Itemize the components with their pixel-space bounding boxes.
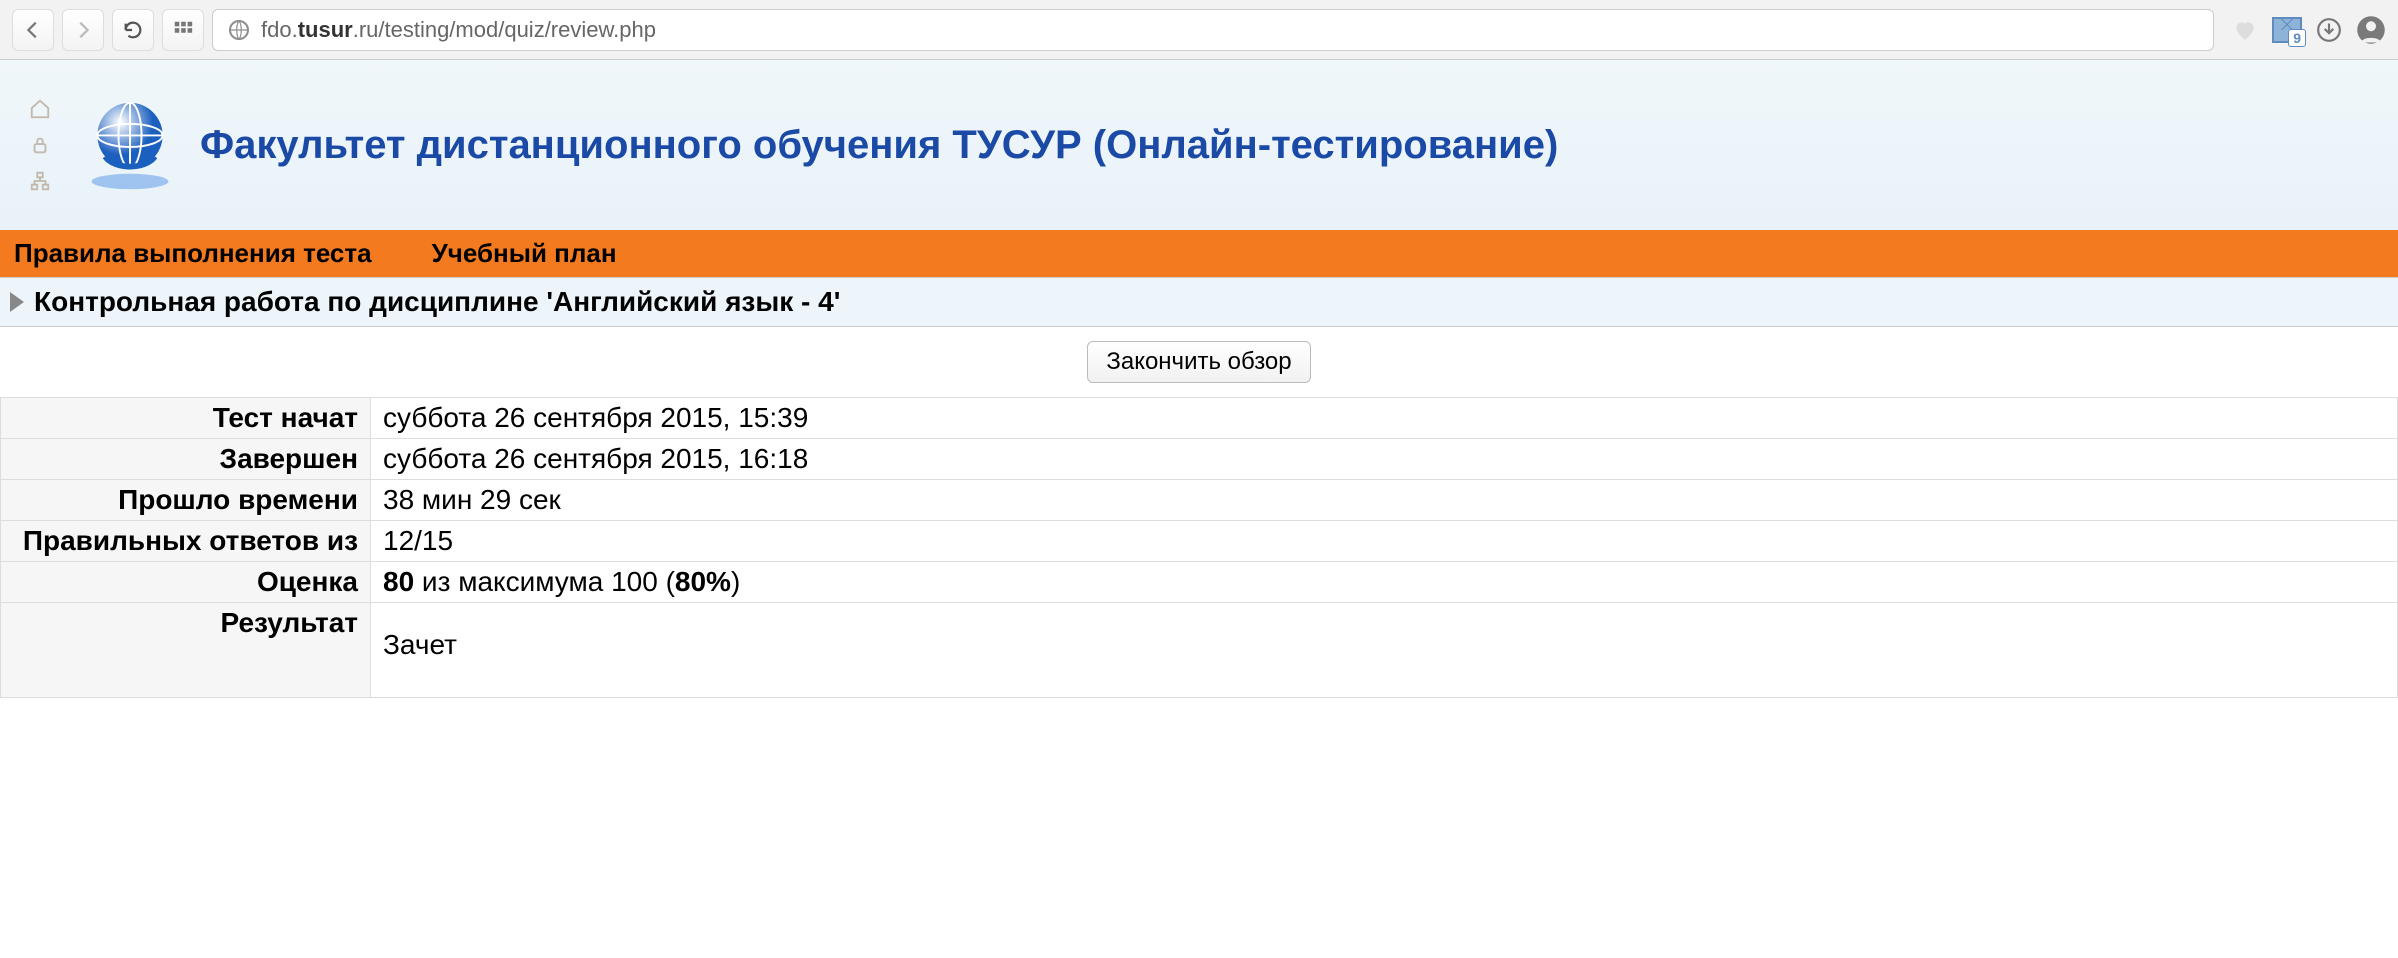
label-grade: Оценка	[1, 562, 371, 603]
main-nav: Правила выполнения теста Учебный план	[0, 230, 2398, 277]
back-button[interactable]	[12, 9, 54, 51]
url-text: fdo.tusur.ru/testing/mod/quiz/review.php	[261, 17, 656, 43]
reload-icon	[122, 19, 144, 41]
label-correct: Правильных ответов из	[1, 521, 371, 562]
download-button[interactable]	[2314, 15, 2344, 45]
home-icon[interactable]	[29, 98, 51, 120]
sitemap-icon[interactable]	[29, 170, 51, 192]
apps-button[interactable]	[162, 9, 204, 51]
nav-rules[interactable]: Правила выполнения теста	[14, 238, 372, 269]
profile-button[interactable]	[2356, 15, 2386, 45]
value-time: 38 мин 29 сек	[371, 480, 2398, 521]
browser-toolbar: fdo.tusur.ru/testing/mod/quiz/review.php…	[0, 0, 2398, 60]
reload-button[interactable]	[112, 9, 154, 51]
value-correct: 12/15	[371, 521, 2398, 562]
triangle-right-icon	[10, 292, 24, 312]
address-bar[interactable]: fdo.tusur.ru/testing/mod/quiz/review.php	[212, 9, 2214, 51]
finish-wrap: Закончить обзор	[0, 327, 2398, 397]
mail-badge: 9	[2288, 29, 2306, 47]
chevron-left-icon	[22, 19, 44, 41]
row-time: Прошло времени 38 мин 29 сек	[1, 480, 2398, 521]
label-started: Тест начат	[1, 398, 371, 439]
summary-table: Тест начат суббота 26 сентября 2015, 15:…	[0, 397, 2398, 698]
lock-icon[interactable]	[29, 134, 51, 156]
globe-icon	[227, 18, 251, 42]
finish-review-button[interactable]: Закончить обзор	[1087, 341, 1310, 383]
site-logo	[80, 95, 180, 195]
row-started: Тест начат суббота 26 сентября 2015, 15:…	[1, 398, 2398, 439]
value-grade: 80 из максимума 100 (80%)	[371, 562, 2398, 603]
nav-plan[interactable]: Учебный план	[432, 238, 617, 269]
chevron-right-icon	[72, 19, 94, 41]
row-result: Результат Зачет	[1, 603, 2398, 698]
site-title: Факультет дистанционного обучения ТУСУР …	[200, 123, 1558, 168]
heart-icon[interactable]	[2230, 15, 2260, 45]
sub-header-text: Контрольная работа по дисциплине 'Англий…	[34, 286, 840, 318]
row-grade: Оценка 80 из максимума 100 (80%)	[1, 562, 2398, 603]
label-finished: Завершен	[1, 439, 371, 480]
forward-button[interactable]	[62, 9, 104, 51]
row-finished: Завершен суббота 26 сентября 2015, 16:18	[1, 439, 2398, 480]
bottom-spacer	[0, 698, 2398, 958]
grid-icon	[172, 19, 194, 41]
row-correct: Правильных ответов из 12/15	[1, 521, 2398, 562]
label-time: Прошло времени	[1, 480, 371, 521]
globe-logo-icon	[82, 97, 178, 193]
value-result: Зачет	[371, 603, 2398, 698]
sub-header[interactable]: Контрольная работа по дисциплине 'Англий…	[0, 277, 2398, 327]
value-finished: суббота 26 сентября 2015, 16:18	[371, 439, 2398, 480]
toolbar-right: 9	[2222, 15, 2386, 45]
site-header: Факультет дистанционного обучения ТУСУР …	[0, 60, 2398, 230]
mail-icon: 9	[2272, 17, 2302, 43]
left-rail	[20, 98, 60, 192]
value-started: суббота 26 сентября 2015, 15:39	[371, 398, 2398, 439]
label-result: Результат	[1, 603, 371, 698]
mail-button[interactable]: 9	[2272, 15, 2302, 45]
